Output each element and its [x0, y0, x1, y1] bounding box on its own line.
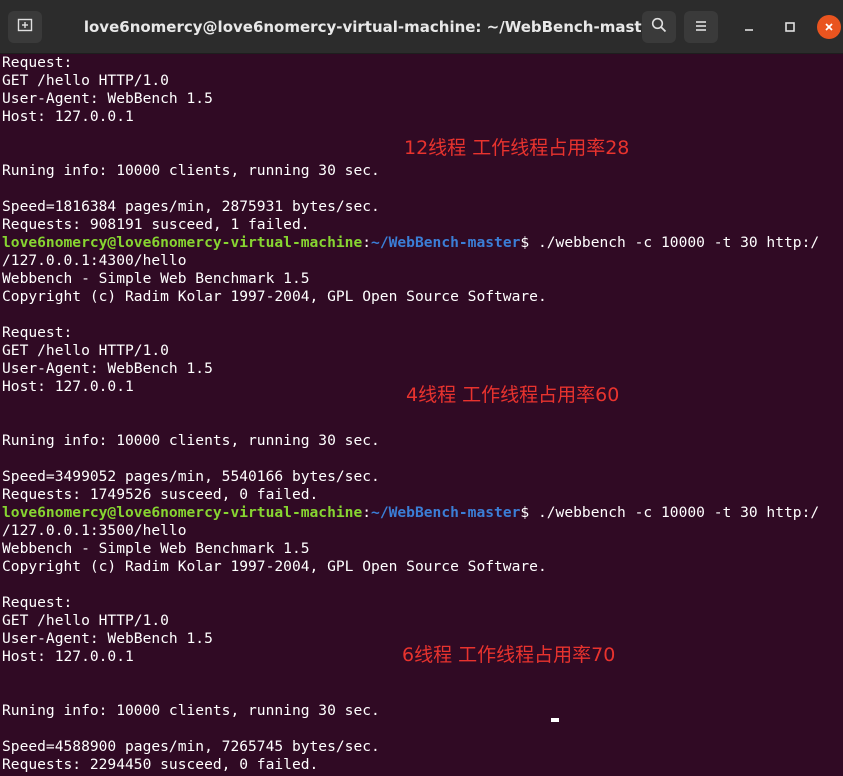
- prompt-separator: :: [362, 504, 372, 521]
- terminal-line: Speed=4588900 pages/min, 7265745 bytes/s…: [2, 738, 380, 755]
- maximize-icon: [784, 18, 796, 37]
- terminal-line: GET /hello HTTP/1.0: [2, 612, 169, 629]
- annotation-6-threads: 6线程 工作线程占用率70: [402, 644, 616, 666]
- terminal-line: Copyright (c) Radim Kolar 1997-2004, GPL…: [2, 288, 547, 305]
- terminal-line: GET /hello HTTP/1.0: [2, 72, 169, 89]
- new-tab-button[interactable]: [8, 11, 42, 43]
- terminal-line: User-Agent: WebBench 1.5: [2, 630, 213, 647]
- terminal-line: Request:: [2, 594, 73, 611]
- terminal-line: love6nomercy@love6nomercy-virtual-machin…: [2, 504, 819, 522]
- terminal-line: Webbench - Simple Web Benchmark 1.5: [2, 270, 310, 287]
- title-bar: love6nomercy@love6nomercy-virtual-machin…: [0, 0, 843, 54]
- prompt-user: love6nomercy@love6nomercy-virtual-machin…: [2, 234, 363, 251]
- new-tab-icon: [17, 17, 33, 37]
- terminal-line: Runing info: 10000 clients, running 30 s…: [2, 162, 380, 179]
- terminal-line: Host: 127.0.0.1: [2, 648, 134, 665]
- command-text: ./webbench -c 10000 -t 30 http:/: [537, 234, 820, 251]
- terminal-output[interactable]: Request: GET /hello HTTP/1.0 User-Agent: W…: [0, 54, 843, 776]
- terminal-line: Speed=1816384 pages/min, 2875931 bytes/s…: [2, 198, 380, 215]
- terminal-line: User-Agent: WebBench 1.5: [2, 360, 213, 377]
- terminal-window: love6nomercy@love6nomercy-virtual-machin…: [0, 0, 843, 776]
- terminal-line: Host: 127.0.0.1: [2, 378, 134, 395]
- close-button[interactable]: [817, 15, 841, 39]
- annotation-12-threads: 12线程 工作线程占用率28: [404, 137, 630, 159]
- terminal-line: User-Agent: WebBench 1.5: [2, 90, 213, 107]
- menu-button[interactable]: [684, 11, 718, 43]
- terminal-line: Speed=3499052 pages/min, 5540166 bytes/s…: [2, 468, 380, 485]
- prompt-dollar: $: [520, 234, 538, 251]
- hamburger-menu-icon: [694, 18, 708, 37]
- terminal-line: love6nomercy@love6nomercy-virtual-machin…: [2, 234, 819, 252]
- minimize-button[interactable]: [737, 15, 761, 39]
- terminal-line: Request:: [2, 54, 73, 71]
- prompt-path: ~/WebBench-master: [371, 234, 521, 251]
- search-button[interactable]: [642, 11, 676, 43]
- annotation-4-threads: 4线程 工作线程占用率60: [406, 384, 620, 406]
- prompt-path: ~/WebBench-master: [371, 504, 521, 521]
- terminal-line: /127.0.0.1:4300/hello: [2, 252, 187, 269]
- maximize-button[interactable]: [778, 15, 802, 39]
- prompt-user: love6nomercy@love6nomercy-virtual-machin…: [2, 504, 363, 521]
- prompt-separator: :: [362, 234, 372, 251]
- terminal-line: Requests: 1749526 susceed, 0 failed.: [2, 486, 319, 503]
- terminal-line: /127.0.0.1:3500/hello: [2, 522, 187, 539]
- minimize-icon: [743, 18, 755, 37]
- terminal-line: Request:: [2, 324, 73, 341]
- text-cursor: [551, 718, 559, 722]
- terminal-line: Runing info: 10000 clients, running 30 s…: [2, 432, 380, 449]
- close-icon: [823, 18, 835, 37]
- command-text: ./webbench -c 10000 -t 30 http:/: [537, 504, 820, 521]
- terminal-line: GET /hello HTTP/1.0: [2, 342, 169, 359]
- prompt-dollar: $: [520, 504, 538, 521]
- terminal-line: Webbench - Simple Web Benchmark 1.5: [2, 540, 310, 557]
- terminal-line: Requests: 908191 susceed, 1 failed.: [2, 216, 310, 233]
- terminal-line: Copyright (c) Radim Kolar 1997-2004, GPL…: [2, 558, 547, 575]
- window-title: love6nomercy@love6nomercy-virtual-machin…: [83, 18, 660, 36]
- terminal-line: Host: 127.0.0.1: [2, 108, 134, 125]
- search-icon: [651, 17, 667, 37]
- terminal-line: Requests: 2294450 susceed, 0 failed.: [2, 756, 319, 773]
- terminal-line: Runing info: 10000 clients, running 30 s…: [2, 702, 380, 719]
